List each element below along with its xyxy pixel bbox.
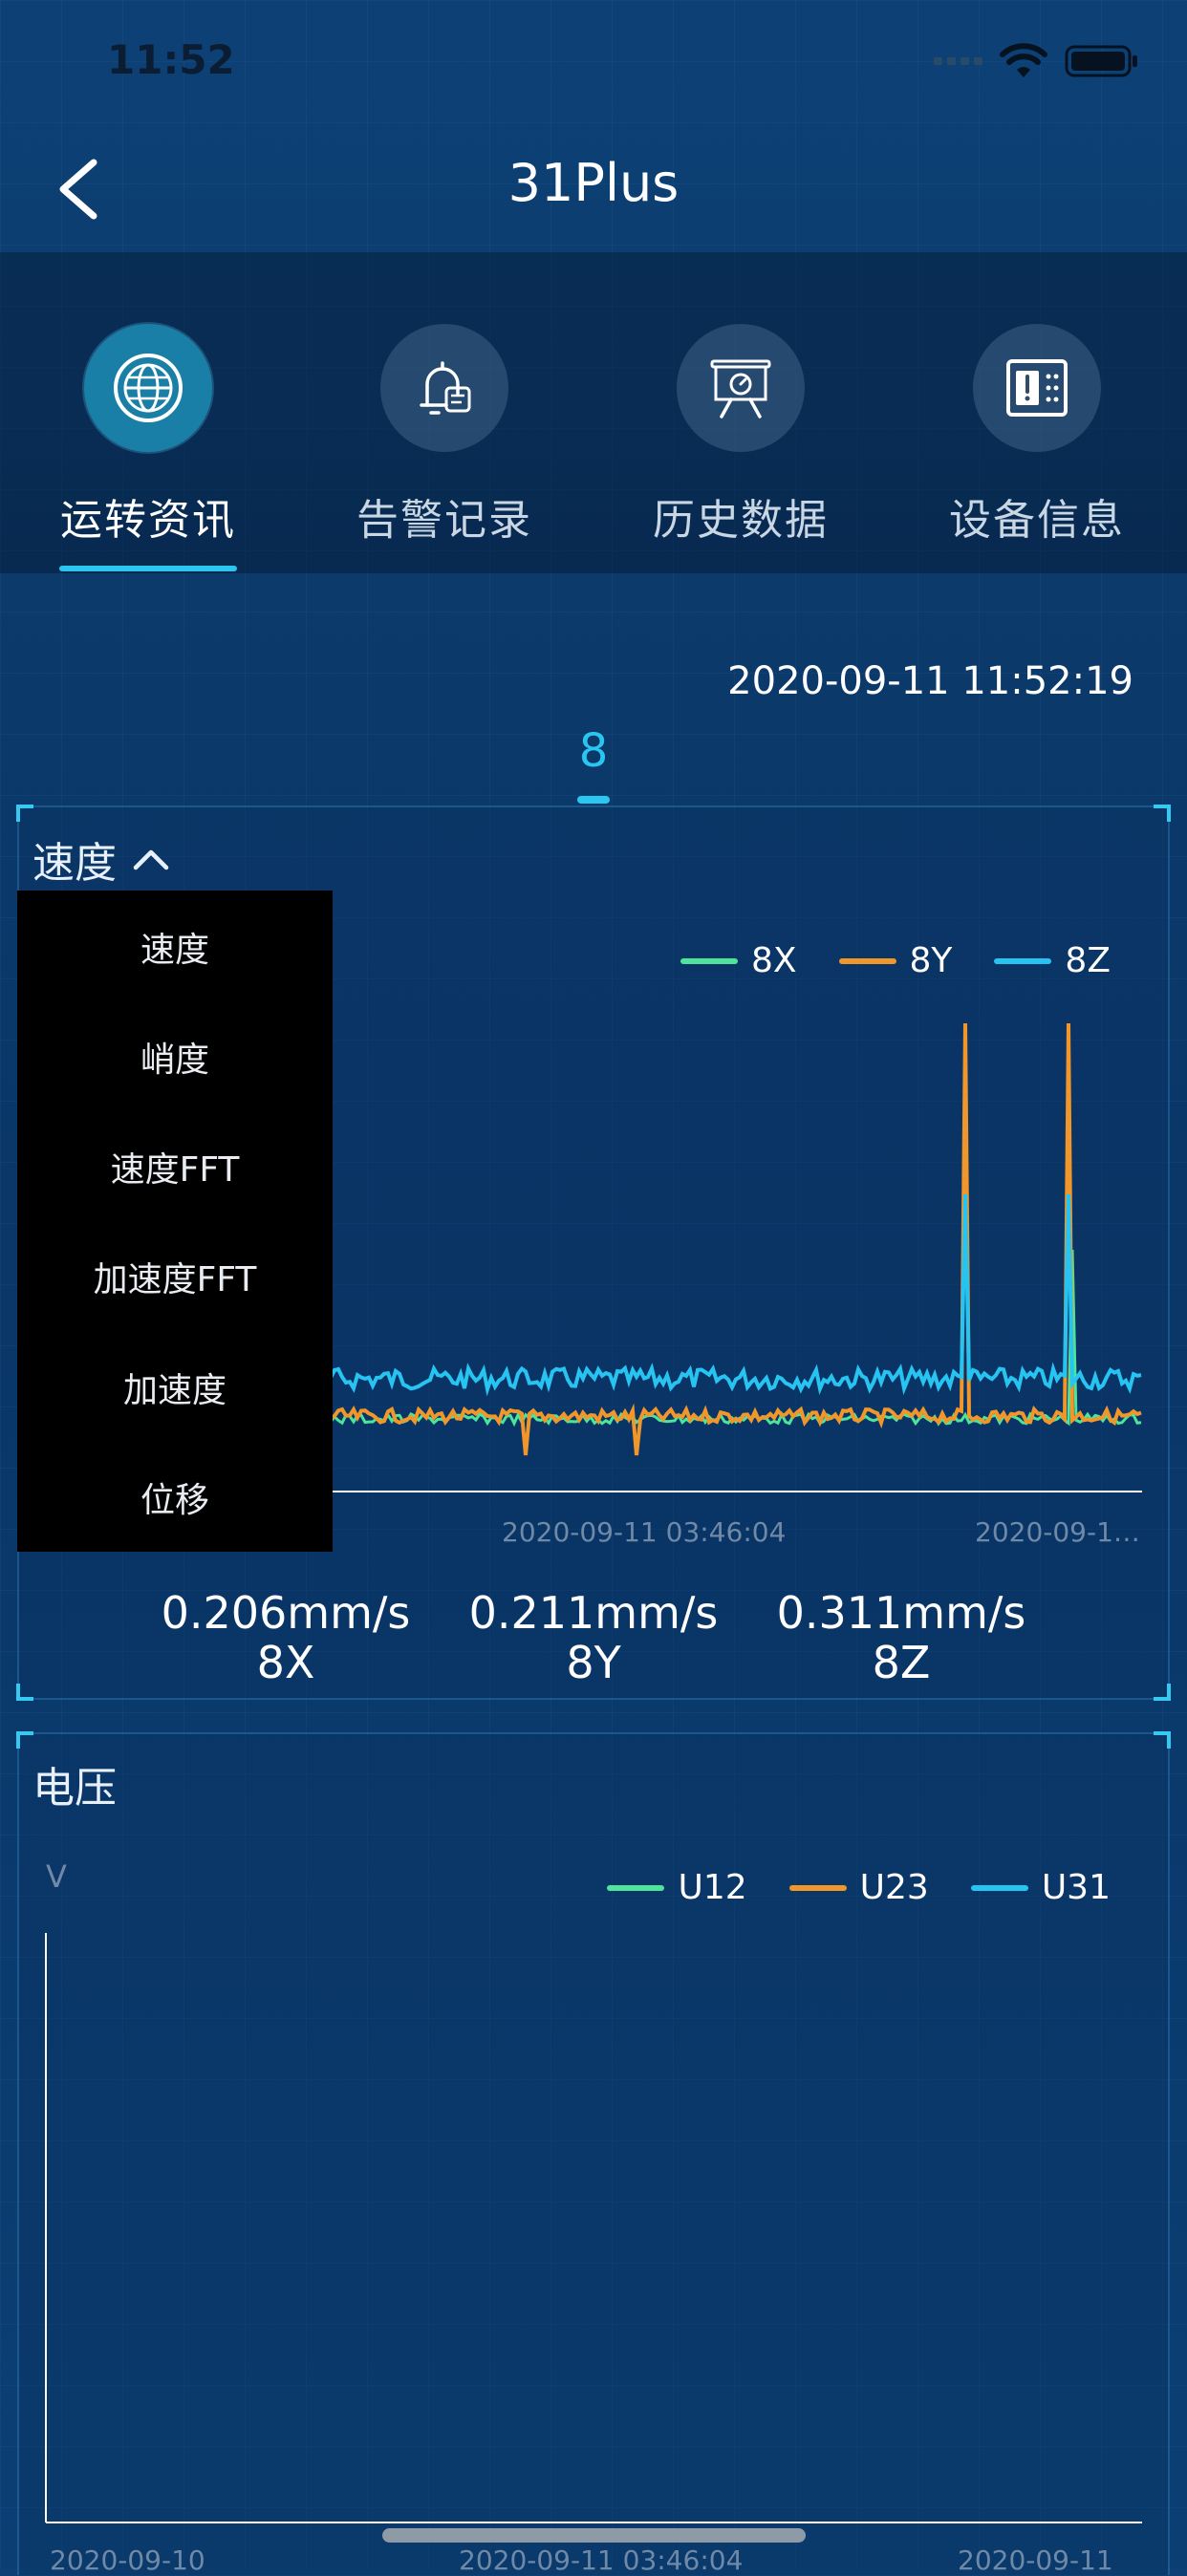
voltage-panel: 电压 V U12 U23 U31 2020-09-10 2020-09-11 0… (16, 1731, 1171, 2576)
battery-icon (1065, 45, 1137, 77)
menu-item-acceleration[interactable]: 加速度 (17, 1363, 333, 1412)
metric-dropdown-menu: 速度 峭度 速度FFT 加速度FFT 加速度 位移 (17, 891, 333, 1552)
globe-icon (114, 354, 183, 422)
device-info-icon (1006, 359, 1068, 417)
tab-icon-circle (380, 324, 508, 452)
active-tab-indicator (59, 566, 237, 571)
wifi-icon (1000, 43, 1047, 77)
tab-icon-circle (677, 324, 805, 452)
value-number: 0.211mm/s (468, 1587, 719, 1639)
value-label: 8Y (566, 1637, 621, 1688)
x-tick-label: 2020-09-11 (958, 2544, 1113, 2576)
value-number: 0.206mm/s (161, 1587, 411, 1639)
function-tabs: 运转资讯 告警记录 历史数据 设备信息 (0, 252, 1187, 573)
menu-item-displacement[interactable]: 位移 (17, 1472, 333, 1522)
presentation-gauge-icon (710, 359, 771, 419)
value-label: 8Z (872, 1637, 931, 1688)
sensor-tab-indicator (577, 796, 610, 804)
menu-item-acceleration-fft[interactable]: 加速度FFT (17, 1252, 333, 1301)
tab-label: 告警记录 (356, 496, 532, 545)
x-tick-label: 2020-09-11 03:46:04 (502, 1516, 787, 1548)
signal-icon (934, 57, 982, 65)
tab-operation-info[interactable]: 运转资讯 (0, 252, 296, 573)
value-8x: 0.206mm/s 8X (133, 1588, 439, 1687)
tab-label: 运转资讯 (60, 496, 236, 545)
value-8z: 0.311mm/s 8Z (748, 1588, 1054, 1687)
tab-label: 设备信息 (949, 496, 1125, 545)
tab-icon-circle (973, 324, 1101, 452)
value-8y: 0.211mm/s 8Y (441, 1588, 746, 1687)
alarm-bell-icon (420, 361, 471, 415)
x-tick-label: 2020-09-10 (50, 2544, 205, 2576)
tab-device-info[interactable]: 设备信息 (889, 252, 1185, 573)
menu-item-speed[interactable]: 速度 (17, 922, 333, 972)
status-icons (934, 42, 1139, 80)
tab-icon-circle (84, 324, 212, 452)
x-tick-label: 2020-09-1… (975, 1516, 1140, 1548)
tab-alarm-records[interactable]: 告警记录 (296, 252, 593, 573)
sensor-tab-8[interactable]: 8 (546, 724, 641, 778)
tab-history-data[interactable]: 历史数据 (593, 252, 889, 573)
tab-label: 历史数据 (653, 496, 829, 545)
page-title: 31Plus (507, 153, 680, 213)
home-indicator (382, 2528, 806, 2543)
value-label: 8X (256, 1637, 315, 1688)
status-time: 11:52 (107, 36, 235, 83)
x-tick-label: 2020-09-11 03:46:04 (459, 2544, 744, 2576)
value-number: 0.311mm/s (776, 1587, 1026, 1639)
voltage-chart (45, 1933, 1142, 2523)
menu-item-speed-fft[interactable]: 速度FFT (17, 1142, 333, 1191)
menu-item-kurtosis[interactable]: 峭度 (17, 1032, 333, 1082)
data-timestamp: 2020-09-11 11:52:19 (727, 659, 1133, 703)
